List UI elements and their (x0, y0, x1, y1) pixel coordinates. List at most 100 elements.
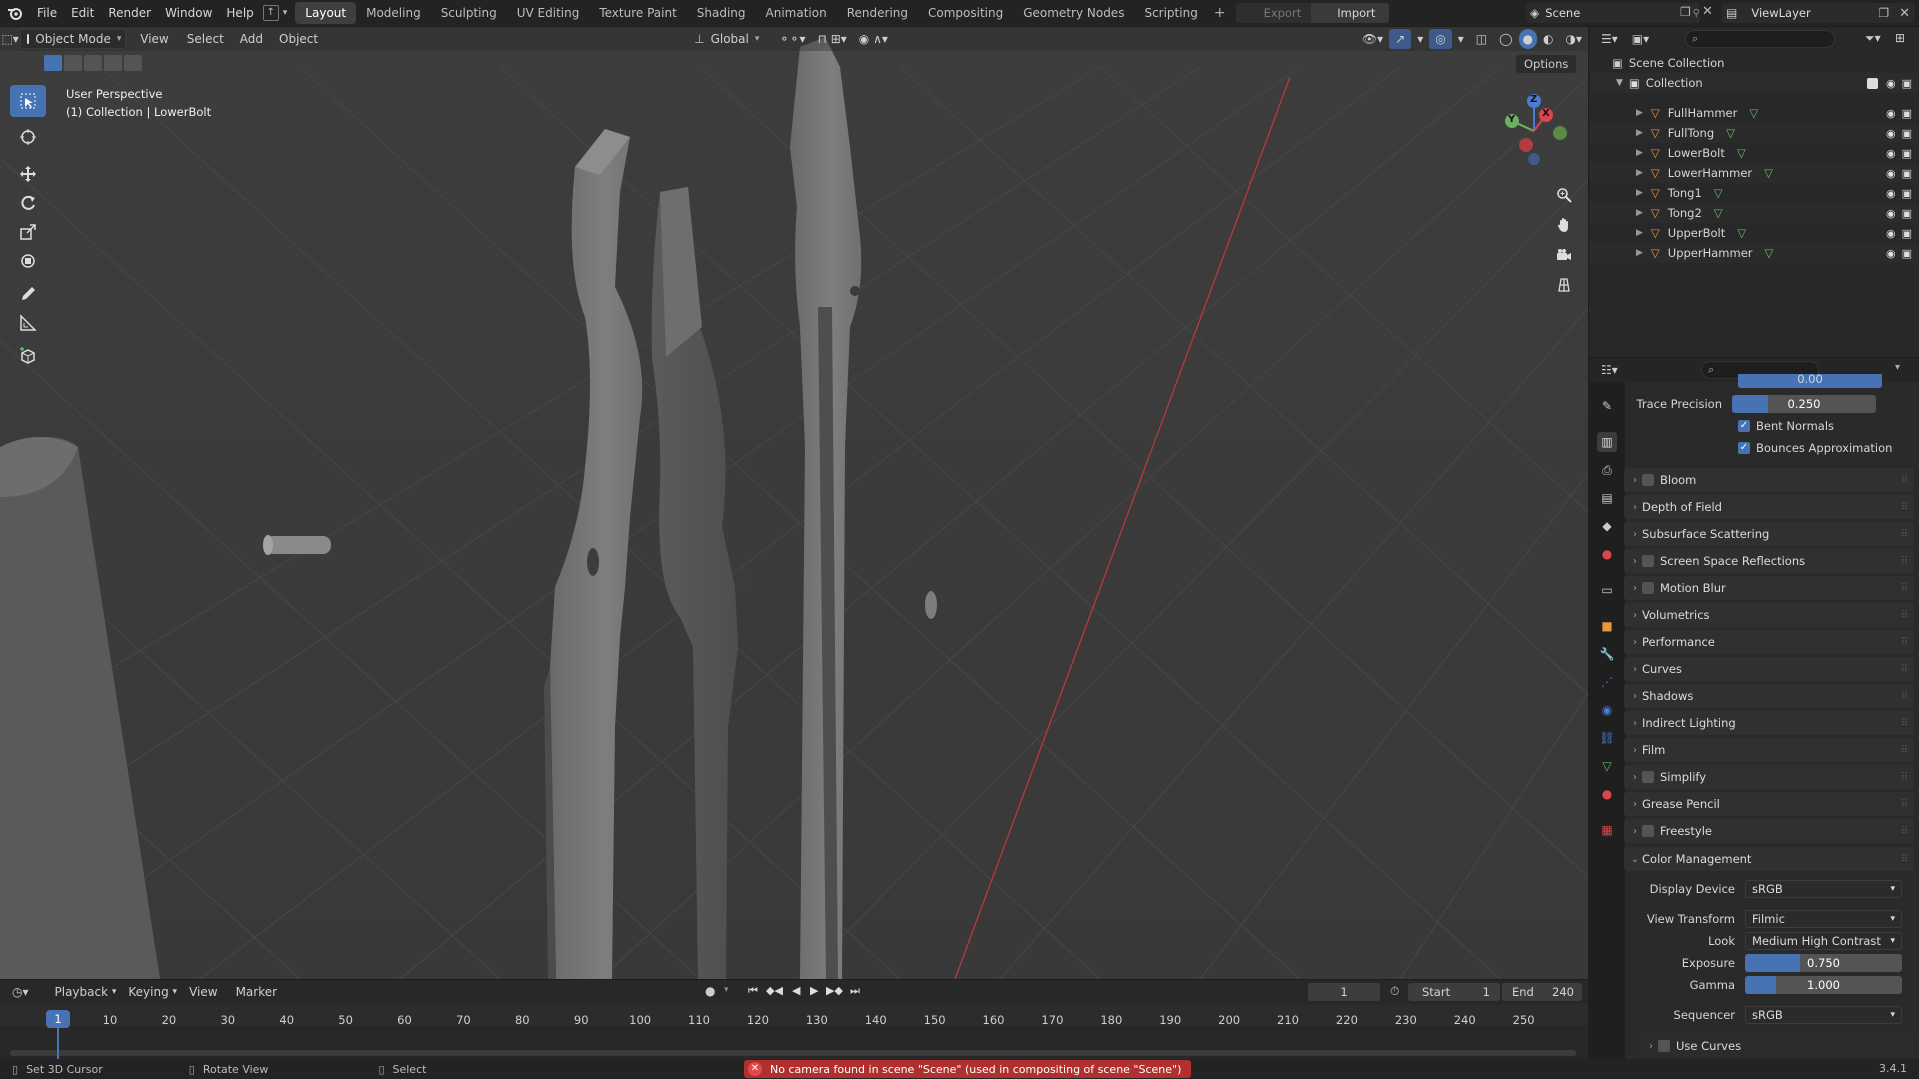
expand-arrow-icon[interactable]: ▶ (1636, 208, 1643, 218)
eye-icon[interactable]: ◉ (1886, 187, 1896, 200)
drag-handle-icon[interactable]: ⠿ (1901, 664, 1908, 675)
bent-normals-row[interactable]: ✓ Bent Normals (1738, 414, 1919, 438)
snap-icon[interactable]: ⊓ ⊞▾ (812, 29, 853, 49)
menu-render[interactable]: Render (101, 0, 158, 26)
drag-handle-icon[interactable]: ⠿ (1901, 583, 1908, 594)
mode-selector[interactable]: Object Mode ▾ (20, 29, 127, 49)
tab-rendering[interactable]: Rendering (837, 2, 918, 24)
select-intersect-icon[interactable] (124, 55, 142, 71)
tab-modifier-icon[interactable]: 🔧 (1597, 644, 1617, 664)
delete-scene-icon[interactable]: ✕ (1702, 4, 1713, 19)
trace-precision-slider[interactable]: 0.250 (1732, 395, 1876, 413)
panel-enable-checkbox[interactable] (1642, 825, 1654, 837)
timeline-menu-marker[interactable]: Marker (230, 982, 283, 1002)
camera-render-icon[interactable]: ▣ (1902, 167, 1912, 180)
panel-header[interactable]: › Simplify ⠿ (1624, 765, 1914, 789)
timeline-scrollbar[interactable] (10, 1050, 1576, 1056)
tab-object-icon[interactable]: ■ (1597, 616, 1617, 636)
options-button[interactable]: Options (1516, 55, 1577, 73)
gizmo-chevron-icon[interactable]: ▾ (1411, 29, 1429, 49)
zoom-button[interactable] (1550, 181, 1578, 209)
tab-data-icon[interactable]: ▽ (1597, 756, 1617, 776)
tab-material-icon[interactable]: ● (1597, 784, 1617, 804)
panel-header[interactable]: › Bloom ⠿ (1624, 468, 1914, 492)
add-workspace-icon[interactable]: + (1208, 5, 1232, 21)
mesh-data-icon[interactable]: ▽ (1737, 226, 1886, 240)
view-layer-name[interactable]: ViewLayer (1743, 6, 1872, 20)
menu-window[interactable]: Window (158, 0, 219, 26)
blender-logo-icon[interactable] (0, 0, 30, 26)
drag-handle-icon[interactable]: ⠿ (1901, 799, 1908, 810)
outliner-object-row[interactable]: ▶ ▽ LowerHammer ▽ ◉ ▣ (1590, 163, 1918, 183)
play-reverse-icon[interactable]: ◀ (792, 984, 800, 997)
tab-constraints-icon[interactable]: ⛓ (1597, 728, 1617, 748)
menu-help[interactable]: Help (219, 0, 260, 26)
filter-icon[interactable]: ⏷▾ (1865, 31, 1881, 46)
playhead[interactable]: 1 (46, 1010, 70, 1028)
record-chevron-icon[interactable]: ▾ (724, 985, 729, 995)
select-new-icon[interactable] (44, 55, 62, 71)
timeline-editor-icon[interactable]: ◷▾ (12, 985, 29, 999)
new-view-layer-icon[interactable]: ❐ (1878, 6, 1889, 20)
outliner-object-row[interactable]: ▶ ▽ FullTong ▽ ◉ ▣ (1590, 123, 1918, 143)
viewport-menu-add[interactable]: Add (234, 29, 269, 49)
select-invert-icon[interactable] (104, 55, 122, 71)
viewport-3d[interactable]: ⬚▾ Object Mode ▾ View Select Add Object … (0, 27, 1588, 979)
tab-scene-icon[interactable]: ◆ (1597, 516, 1617, 536)
viewport-menu-view[interactable]: View (134, 29, 174, 49)
tab-particles-icon[interactable]: ⋰ (1597, 672, 1617, 692)
drag-handle-icon[interactable]: ⠿ (1901, 529, 1908, 540)
bounces-row[interactable]: ✓ Bounces Approximation (1738, 436, 1919, 460)
panel-header[interactable]: › Film ⠿ (1624, 738, 1914, 762)
scene-selector[interactable]: ◈ Scene ⚲ (1526, 3, 1700, 23)
export-button[interactable]: Export (1235, 3, 1312, 23)
select-extend-icon[interactable] (64, 55, 82, 71)
outliner-object-row[interactable]: ▶ ▽ UpperHammer ▽ ◉ ▣ (1590, 243, 1918, 263)
cursor-tool[interactable] (10, 121, 46, 153)
drag-handle-icon[interactable]: ⠿ (1901, 502, 1908, 513)
tab-texture-icon[interactable]: ▦ (1597, 820, 1617, 840)
properties-editor-icon[interactable]: ☷▾ (1601, 363, 1618, 377)
panel-header[interactable]: › Subsurface Scattering ⠿ (1624, 522, 1914, 546)
expand-arrow-icon[interactable]: ▶ (1636, 148, 1643, 158)
drag-handle-icon[interactable]: ⠿ (1901, 854, 1908, 865)
record-icon[interactable]: ● (705, 984, 715, 998)
camera-render-icon[interactable]: ▣ (1902, 227, 1912, 240)
move-tool[interactable] (10, 158, 46, 190)
viewport-menu-object[interactable]: Object (273, 29, 324, 49)
drag-handle-icon[interactable]: ⠿ (1901, 691, 1908, 702)
menu-edit[interactable]: Edit (64, 0, 101, 26)
drag-handle-icon[interactable]: ⠿ (1901, 772, 1908, 783)
jump-keyframe-forward-icon[interactable]: ▶◆ (826, 984, 843, 997)
partial-factor-field[interactable]: 0.00 (1738, 374, 1882, 388)
tab-shading[interactable]: Shading (687, 2, 756, 24)
tab-collection-icon[interactable]: ▭ (1597, 580, 1617, 600)
mesh-data-icon[interactable]: ▽ (1765, 246, 1886, 260)
navigation-gizmo[interactable]: Z Y X (1490, 91, 1580, 171)
panel-header[interactable]: › Performance ⠿ (1624, 630, 1914, 654)
play-icon[interactable]: ▶ (810, 984, 818, 997)
mesh-data-icon[interactable]: ▽ (1714, 206, 1886, 220)
drag-handle-icon[interactable]: ⠿ (1901, 745, 1908, 756)
drag-handle-icon[interactable]: ⠿ (1901, 637, 1908, 648)
proportional-edit-icon[interactable]: ◉ ∧▾ (853, 29, 894, 49)
visibility-icon[interactable]: 👁▾ (1356, 29, 1389, 49)
delete-view-layer-icon[interactable]: ✕ (1899, 6, 1910, 21)
jump-start-icon[interactable]: ⏮ (748, 984, 758, 998)
panel-header[interactable]: › Motion Blur ⠿ (1624, 576, 1914, 600)
properties-options-icon[interactable]: ▾ (1895, 362, 1900, 373)
panel-header[interactable]: › Depth of Field ⠿ (1624, 495, 1914, 519)
select-subtract-icon[interactable] (84, 55, 102, 71)
outliner-collection[interactable]: ▼ ▣ Collection ◉ ▣ (1590, 73, 1918, 93)
tab-uv-editing[interactable]: UV Editing (507, 2, 590, 24)
new-scene-icon[interactable]: ❐ (1680, 5, 1691, 19)
look-dropdown[interactable]: Medium High Contrast ▾ (1745, 932, 1902, 950)
mesh-data-icon[interactable]: ▽ (1714, 186, 1886, 200)
panel-header[interactable]: › Volumetrics ⠿ (1624, 603, 1914, 627)
view-layer-selector[interactable]: ▤ ViewLayer ❐ ✕ (1722, 3, 1914, 23)
camera-render-icon[interactable]: ▣ (1902, 247, 1912, 260)
camera-render-icon[interactable]: ▣ (1902, 147, 1912, 160)
eye-icon[interactable]: ◉ (1886, 207, 1896, 220)
panel-header[interactable]: › Grease Pencil ⠿ (1624, 792, 1914, 816)
shading-material-icon[interactable]: ◐ (1537, 29, 1559, 49)
